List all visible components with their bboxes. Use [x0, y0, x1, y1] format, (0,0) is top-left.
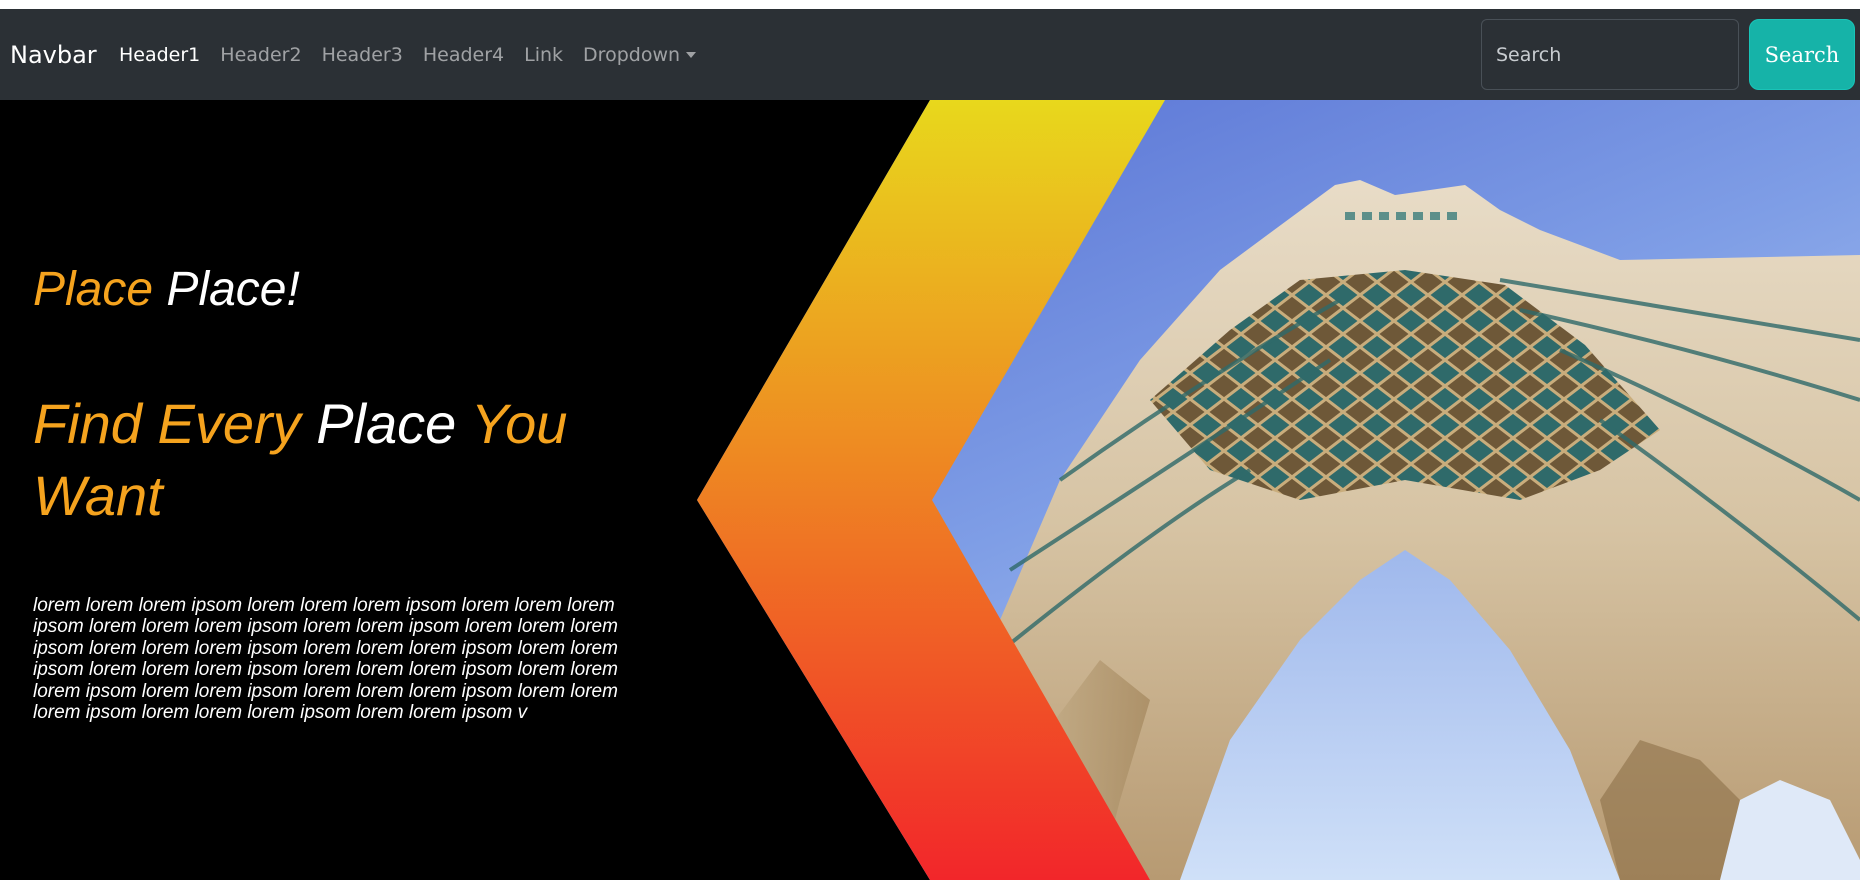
nav-link-link[interactable]: Link — [524, 44, 563, 66]
hero-section: Place Place! Find Every Place You Want l… — [0, 100, 1860, 880]
nav-dropdown-label: Dropdown — [583, 43, 681, 66]
top-strip — [0, 0, 1860, 9]
hero-headline: Find Every Place You Want — [33, 388, 653, 532]
headline-part2: Place — [316, 392, 457, 455]
tagline-part1: Place — [33, 263, 154, 316]
tagline-part2: Place! — [166, 263, 300, 316]
nav-link-header1[interactable]: Header1 — [119, 44, 200, 66]
hero-description: lorem lorem lorem ipsom lorem lorem lore… — [33, 595, 618, 724]
navbar-brand[interactable]: Navbar — [10, 41, 97, 69]
caret-down-icon — [686, 51, 697, 58]
nav-link-header4[interactable]: Header4 — [423, 44, 504, 66]
navbar: Navbar Header1 Header2 Header3 Header4 L… — [0, 9, 1860, 100]
search-button[interactable]: Search — [1749, 19, 1855, 90]
nav-links: Header1 Header2 Header3 Header4 Link Dro… — [119, 9, 697, 100]
nav-dropdown[interactable]: Dropdown — [583, 43, 697, 66]
nav-link-header3[interactable]: Header3 — [322, 44, 403, 66]
headline-part1: Find Every — [33, 392, 301, 455]
nav-link-header2[interactable]: Header2 — [220, 44, 301, 66]
hero-tagline: Place Place! — [33, 262, 300, 317]
search-input[interactable] — [1481, 19, 1739, 90]
